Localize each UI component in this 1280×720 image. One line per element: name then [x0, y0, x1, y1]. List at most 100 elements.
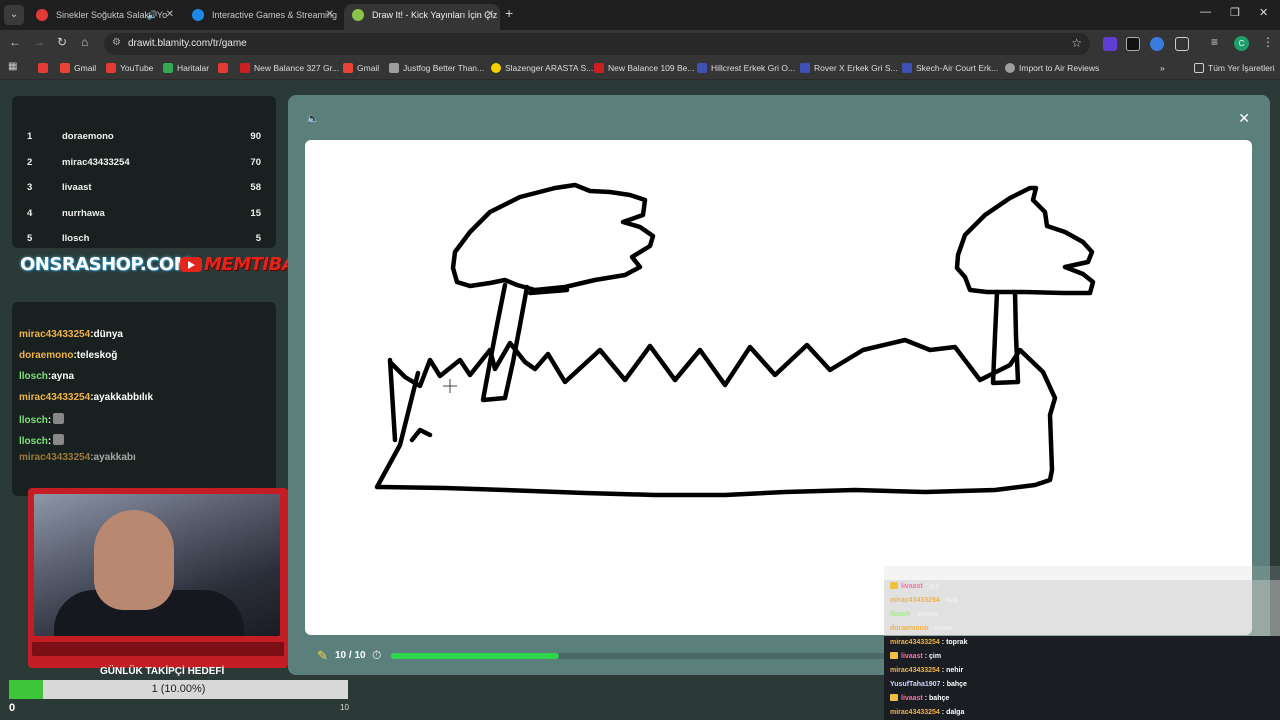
bookmark-item[interactable]: New Balance 327 Gr... [240, 63, 339, 73]
chat-user: livaast [901, 583, 923, 590]
extension-w-icon[interactable] [1126, 37, 1140, 51]
chat-message: mirac43433254:ayakkabbılık [19, 392, 154, 403]
profile-avatar[interactable]: C [1234, 36, 1249, 51]
globe-icon [1005, 63, 1015, 73]
address-bar[interactable]: ⚙ drawit.blamity.com/tr/game ☆ [104, 33, 1090, 55]
player-name: doraemono [62, 131, 114, 142]
chat-message: llosch: [19, 413, 65, 426]
close-modal-icon[interactable]: ✕ [1238, 110, 1250, 127]
round-counter: 10 / 10 [335, 650, 366, 661]
site-info-icon[interactable]: ⚙ [112, 37, 121, 48]
bookmark-item[interactable]: New Balance 109 Be... [594, 63, 694, 73]
tab-interactive-games[interactable]: Interactive Games & Streaming ✕ [184, 4, 340, 30]
pencil-favicon-icon [352, 9, 364, 21]
forward-arrow-icon[interactable]: → [33, 35, 45, 49]
chat-text: aslan [934, 625, 953, 632]
chat-message: doraemono:teleskoğ [19, 350, 118, 361]
tab-search-button[interactable]: ⌄ [4, 5, 24, 25]
store-icon [800, 63, 810, 73]
close-tab-icon[interactable]: ✕ [326, 4, 334, 26]
drawing-canvas[interactable] [305, 140, 1252, 635]
tab-bar: ⌄ Sinekler Soğukta Salak - Yo 🔊 ✕ Intera… [0, 0, 1280, 30]
close-tab-icon[interactable]: ✕ [486, 4, 494, 26]
chat-text: gül [929, 583, 940, 590]
more-bookmarks-chevron-icon[interactable]: » [1160, 63, 1165, 73]
bookmark-item[interactable]: Skech-Air Court Erk... [902, 63, 998, 73]
player-score: 58 [250, 182, 261, 193]
restore-icon[interactable]: ❐ [1230, 6, 1240, 19]
youtube-icon [218, 63, 228, 73]
folder-icon [1194, 63, 1204, 73]
youtube-icon [38, 63, 48, 73]
chat-user: mirac43433254 [19, 392, 91, 403]
bookmark-item[interactable]: Rover X Erkek Gri S... [800, 63, 898, 73]
home-icon[interactable]: ⌂ [81, 35, 88, 49]
store-icon [697, 63, 707, 73]
media-control-icon[interactable]: ≡ [1211, 35, 1218, 49]
volume-icon[interactable]: 🔈 [306, 112, 320, 125]
bookmark-item[interactable]: Gmail [60, 63, 96, 73]
chat-text: bahçe [946, 681, 967, 688]
extension-purple-icon[interactable] [1103, 37, 1117, 51]
tab-draw-it[interactable]: Draw It! - Kick Yayınları İçin Çiz ✕ [344, 4, 500, 30]
bookmark-item[interactable]: Justfog Better Than... [389, 63, 484, 73]
overlay-chat-line: YusufTaha1907 : bahçe [884, 678, 1280, 692]
tab-youtube[interactable]: Sinekler Soğukta Salak - Yo 🔊 ✕ [28, 4, 180, 30]
leaderboard-row: 4 nurrhawa 15 [12, 202, 276, 226]
chat-user: mirac43433254 [890, 709, 940, 716]
speaker-icon[interactable]: 🔊 [147, 4, 158, 26]
emote-icon [53, 434, 65, 445]
bookmark-item[interactable]: YouTube [106, 63, 153, 73]
bookmark-item[interactable]: Haritalar [163, 63, 209, 73]
extensions-puzzle-icon[interactable] [1175, 37, 1189, 51]
rank: 2 [27, 157, 33, 168]
overlay-chat-line: livaast : çim [884, 650, 1280, 664]
player-score: 5 [255, 233, 261, 244]
close-window-icon[interactable]: ✕ [1259, 6, 1268, 19]
bookmark-item[interactable]: Import to Air Reviews [1005, 63, 1099, 73]
bookmark-item[interactable]: Hillcrest Erkek Gri O... [697, 63, 795, 73]
chat-text: nehir [946, 667, 964, 674]
bookmark-label: Import to Air Reviews [1019, 63, 1100, 73]
bookmark-label: Haritalar [177, 63, 210, 73]
chat-user: llosch [19, 371, 48, 382]
browser-toolbar: ← → ↻ ⌂ ⚙ drawit.blamity.com/tr/game ☆ ≡… [0, 30, 1280, 58]
player-name: mirac43433254 [62, 157, 130, 168]
player-name: llosch [62, 233, 90, 244]
bookmark-star-icon[interactable]: ☆ [1071, 36, 1082, 50]
back-arrow-icon[interactable]: ← [9, 35, 21, 49]
chat-text: teleskoğ [76, 350, 118, 361]
reload-icon[interactable]: ↻ [57, 35, 67, 49]
rank: 3 [27, 182, 33, 193]
player-score: 70 [250, 157, 261, 168]
follower-goal-min: 0 [9, 702, 16, 714]
player-name: nurrhawa [62, 208, 105, 219]
tab-title: Draw It! - Kick Yayınları İçin Çiz [372, 10, 498, 20]
chat-message: mirac43433254:dünya [19, 329, 123, 340]
bookmark-item[interactable]: Slazenger ARASTA S... [491, 63, 593, 73]
bookmark-label: Tüm Yer İşaretleri [1208, 63, 1275, 73]
overlay-chat-line: mirac43433254 : nehir [884, 664, 1280, 678]
menu-kebab-icon[interactable]: ⋮ [1262, 35, 1274, 49]
new-tab-plus-icon[interactable]: + [505, 5, 513, 21]
close-tab-icon[interactable]: ✕ [166, 4, 174, 26]
chat-user: llosch [19, 415, 48, 426]
chat-user: mirac43433254 [890, 597, 940, 604]
chat-text: orman [916, 611, 938, 618]
chat-text: toprak [946, 639, 968, 646]
minimize-icon[interactable]: — [1200, 6, 1211, 18]
timer-icon: ⏱ [372, 648, 382, 662]
new-balance-icon [594, 63, 604, 73]
bookmarks-bar: ▦ Gmail YouTube Haritalar New Balance 32… [0, 58, 1280, 80]
all-bookmarks-folder[interactable]: Tüm Yer İşaretleri [1194, 63, 1275, 73]
bookmark-label: YouTube [120, 63, 154, 73]
apps-grid-icon[interactable]: ▦ [8, 61, 17, 72]
chat-user: livaast [901, 695, 923, 702]
player-score: 90 [250, 131, 261, 142]
chat-user: doraemono [19, 350, 74, 361]
bookmark-item[interactable]: Gmail [343, 63, 379, 73]
bookmark-label: Hillcrest Erkek Gri O... [711, 63, 796, 73]
gmail-icon [60, 63, 70, 73]
extension-blue-icon[interactable] [1150, 37, 1164, 51]
bookmark-label: New Balance 109 Be... [608, 63, 695, 73]
